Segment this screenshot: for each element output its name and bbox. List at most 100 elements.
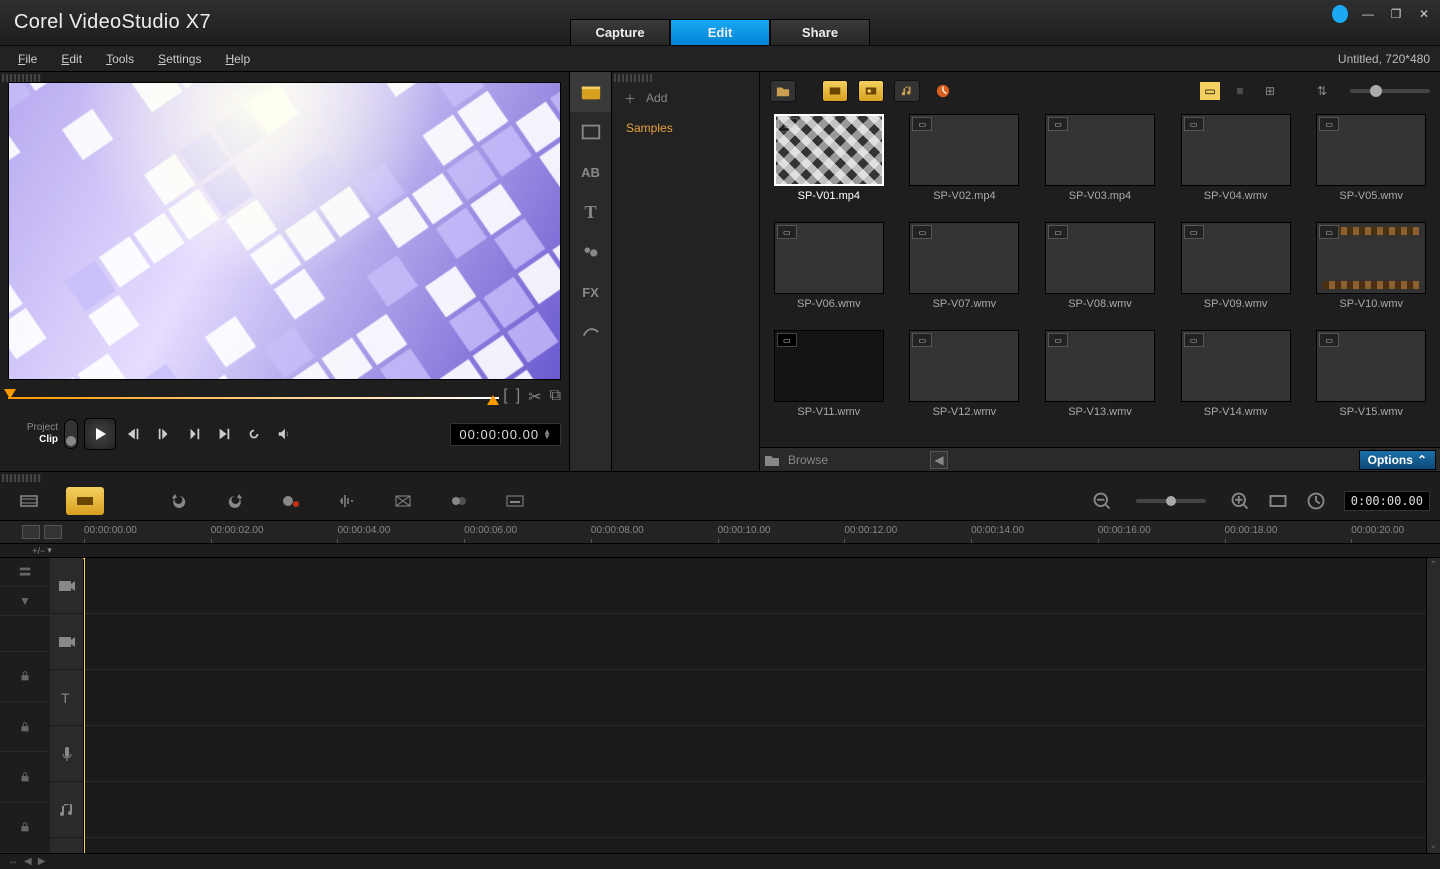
timeline-ruler[interactable]: 00:00:00.0000:00:02.0000:00:04.0000:00:0… bbox=[0, 520, 1440, 544]
menu-file[interactable]: File bbox=[18, 52, 37, 66]
library-thumb[interactable]: ▭SP-V14.wmv bbox=[1171, 330, 1301, 432]
library-thumb[interactable]: ▭SP-V10.wmv bbox=[1306, 222, 1436, 324]
library-thumb[interactable]: ▭SP-V08.wmv bbox=[1035, 222, 1165, 324]
overlay-lock-icon[interactable] bbox=[0, 652, 50, 702]
voice-lock-icon[interactable] bbox=[0, 752, 50, 802]
track-body[interactable] bbox=[84, 558, 1426, 853]
view-thumbnails-icon[interactable]: ▭ bbox=[1200, 82, 1220, 100]
browse-label[interactable]: Browse bbox=[788, 453, 828, 467]
subtitle-button[interactable] bbox=[496, 487, 534, 515]
record-button[interactable] bbox=[272, 487, 310, 515]
library-thumb[interactable]: ▭SP-V15.wmv bbox=[1306, 330, 1436, 432]
corel-guide-icon[interactable] bbox=[1332, 6, 1348, 22]
libtab-filter[interactable]: FX bbox=[570, 272, 611, 312]
fit-project-button[interactable] bbox=[1268, 487, 1288, 515]
add-folder-button[interactable]: ＋ Add bbox=[612, 82, 759, 114]
zoom-out-button[interactable] bbox=[1092, 487, 1112, 515]
motion-button[interactable] bbox=[440, 487, 478, 515]
show-free-button[interactable] bbox=[930, 80, 956, 102]
play-button[interactable] bbox=[84, 418, 116, 450]
library-thumb[interactable]: ▭SP-V09.wmv bbox=[1171, 222, 1301, 324]
timeline-timecode[interactable]: 0:00:00.00 bbox=[1344, 491, 1430, 511]
prev-frame-button[interactable] bbox=[152, 422, 176, 446]
scrubber[interactable] bbox=[8, 391, 499, 403]
storyboard-view-button[interactable] bbox=[10, 487, 48, 515]
add-remove-tracks[interactable]: +/− bbox=[32, 546, 45, 556]
library-thumb[interactable]: ▭SP-V11.wmv bbox=[764, 330, 894, 432]
minimize-icon[interactable]: — bbox=[1360, 6, 1376, 22]
sort-icon[interactable]: ⇅ bbox=[1312, 82, 1332, 100]
library-thumb[interactable]: ▭SP-V06.wmv bbox=[764, 222, 894, 324]
library-thumb[interactable]: ▭SP-V12.wmv bbox=[900, 330, 1030, 432]
preview-video[interactable] bbox=[8, 82, 561, 380]
enlarge-icon[interactable]: ⧉ bbox=[550, 387, 561, 407]
ruler-toggle-a-icon[interactable] bbox=[22, 525, 40, 539]
view-details-icon[interactable]: ⊞ bbox=[1260, 82, 1280, 100]
options-dropdown[interactable]: Options⌃ bbox=[1359, 450, 1436, 470]
panel-grip-icon[interactable] bbox=[2, 474, 42, 482]
panel-grip-icon[interactable] bbox=[2, 74, 42, 82]
library-thumb[interactable]: ▭SP-V04.wmv bbox=[1171, 114, 1301, 216]
autoscroll-icon[interactable]: ↔ bbox=[8, 856, 18, 867]
playhead[interactable] bbox=[84, 558, 85, 853]
maximize-icon[interactable]: ❐ bbox=[1388, 6, 1404, 22]
close-icon[interactable]: ✕ bbox=[1416, 6, 1432, 22]
preview-timecode[interactable]: 00:00:00.00 ▲▼ bbox=[450, 423, 561, 446]
end-button[interactable] bbox=[212, 422, 236, 446]
mark-out-handle[interactable] bbox=[487, 395, 499, 405]
menu-settings[interactable]: Settings bbox=[158, 52, 201, 66]
mark-in-icon[interactable]: [ bbox=[503, 387, 507, 407]
home-button[interactable] bbox=[122, 422, 146, 446]
show-audio-button[interactable] bbox=[894, 80, 920, 102]
tab-edit[interactable]: Edit bbox=[670, 19, 770, 45]
mode-toggle-icon[interactable] bbox=[64, 419, 78, 449]
libtab-transition[interactable]: AB bbox=[570, 152, 611, 192]
library-thumb[interactable]: ▭SP-V13.wmv bbox=[1035, 330, 1165, 432]
libtab-media[interactable] bbox=[570, 72, 611, 112]
chevron-down-icon[interactable]: ▼ bbox=[0, 587, 50, 616]
libtab-title[interactable]: T bbox=[570, 192, 611, 232]
mark-out-icon[interactable]: ] bbox=[516, 387, 520, 407]
view-list-icon[interactable]: ≡ bbox=[1230, 82, 1250, 100]
show-videos-button[interactable] bbox=[822, 80, 848, 102]
ruler-toggle-b-icon[interactable] bbox=[44, 525, 62, 539]
track-tools-icon[interactable] bbox=[0, 558, 50, 587]
repeat-button[interactable] bbox=[242, 422, 266, 446]
mode-clip-label[interactable]: Clip bbox=[8, 434, 58, 446]
tab-capture[interactable]: Capture bbox=[570, 19, 670, 45]
split-icon[interactable]: ✂ bbox=[528, 387, 541, 407]
menu-edit[interactable]: Edit bbox=[61, 52, 82, 66]
volume-button[interactable] bbox=[272, 422, 296, 446]
auto-music-button[interactable] bbox=[384, 487, 422, 515]
menu-tools[interactable]: Tools bbox=[106, 52, 134, 66]
libtab-instant[interactable] bbox=[570, 112, 611, 152]
audio-mixer-button[interactable] bbox=[328, 487, 366, 515]
library-thumb[interactable]: ▭SP-V03.mp4 bbox=[1035, 114, 1165, 216]
library-thumb[interactable]: ▭SP-V01.mp4 bbox=[764, 114, 894, 216]
redo-button[interactable] bbox=[216, 487, 254, 515]
timeline-zoom-slider[interactable] bbox=[1136, 499, 1206, 503]
next-frame-button[interactable] bbox=[182, 422, 206, 446]
scroll-left-icon[interactable]: ◀ bbox=[24, 856, 32, 867]
zoom-in-button[interactable] bbox=[1230, 487, 1250, 515]
tab-share[interactable]: Share bbox=[770, 19, 870, 45]
undo-button[interactable] bbox=[160, 487, 198, 515]
libtab-graphic[interactable] bbox=[570, 232, 611, 272]
music-track-header[interactable] bbox=[50, 782, 83, 838]
library-thumb[interactable]: ▭SP-V05.wmv bbox=[1306, 114, 1436, 216]
import-button[interactable] bbox=[770, 80, 796, 102]
category-samples[interactable]: Samples bbox=[612, 114, 759, 142]
library-thumb[interactable]: ▭SP-V02.mp4 bbox=[900, 114, 1030, 216]
timeline-view-button[interactable] bbox=[66, 487, 104, 515]
mark-in-handle[interactable] bbox=[4, 389, 16, 399]
scroll-right-icon[interactable]: ▶ bbox=[38, 856, 46, 867]
mode-project-label[interactable]: Project bbox=[8, 422, 58, 434]
panel-grip-icon[interactable] bbox=[614, 74, 654, 82]
show-photos-button[interactable] bbox=[858, 80, 884, 102]
video-track-header[interactable] bbox=[50, 558, 83, 614]
libtab-path[interactable] bbox=[570, 312, 611, 352]
library-thumb[interactable]: ▭SP-V07.wmv bbox=[900, 222, 1030, 324]
vertical-scrollbar[interactable]: ⌃⌄ bbox=[1426, 558, 1440, 853]
title-lock-icon[interactable] bbox=[0, 702, 50, 752]
thumbnail-zoom-slider[interactable] bbox=[1350, 89, 1430, 93]
